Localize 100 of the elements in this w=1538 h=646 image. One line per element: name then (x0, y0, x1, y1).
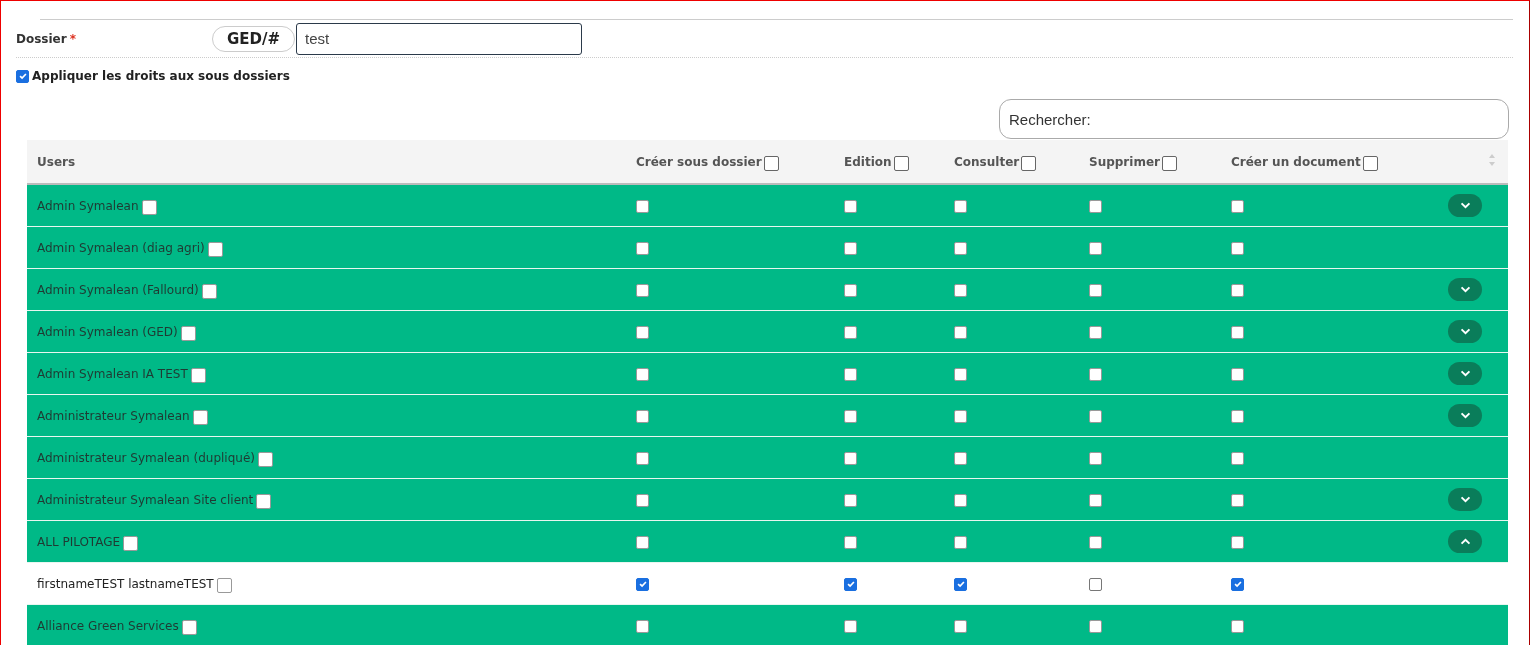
column-header[interactable]: Supprimer (1089, 154, 1160, 169)
expand-button[interactable] (1448, 194, 1482, 217)
checkbox[interactable] (954, 367, 967, 381)
checkbox[interactable] (1089, 451, 1102, 465)
checkbox[interactable] (1231, 283, 1244, 297)
checkbox[interactable] (844, 367, 857, 381)
checkbox[interactable] (844, 409, 857, 423)
checkbox[interactable] (1231, 409, 1244, 423)
user-name: Admin Symalean (Fallourd) (37, 282, 199, 297)
checkbox[interactable] (192, 409, 208, 425)
checkbox[interactable] (636, 409, 649, 423)
chevron-up-icon (1459, 538, 1471, 545)
checkbox[interactable] (1231, 493, 1244, 507)
checkbox[interactable] (954, 451, 967, 465)
checkbox[interactable] (1089, 577, 1102, 591)
expand-button[interactable] (1448, 404, 1482, 427)
checkbox[interactable] (636, 241, 649, 255)
checkbox[interactable] (844, 283, 857, 297)
checkbox[interactable] (1089, 241, 1102, 255)
checkbox[interactable] (1231, 325, 1244, 339)
checkbox[interactable] (636, 451, 649, 465)
checkbox[interactable] (844, 535, 857, 549)
chevron-down-icon (1459, 286, 1471, 293)
checkbox[interactable] (1362, 156, 1378, 171)
checkbox[interactable] (844, 241, 857, 255)
checkbox[interactable] (954, 409, 967, 423)
checkbox[interactable] (893, 156, 909, 171)
checkbox[interactable] (1089, 367, 1102, 381)
checkbox[interactable] (954, 493, 967, 507)
checkbox[interactable] (1089, 283, 1102, 297)
expand-button[interactable] (1448, 488, 1482, 511)
checkbox-label: Appliquer les droits aux sous dossiers (32, 69, 290, 83)
checkbox[interactable] (954, 283, 967, 297)
checkbox[interactable] (954, 199, 967, 213)
search-field[interactable]: Rechercher: (999, 99, 1509, 139)
checkbox[interactable] (180, 325, 196, 341)
checkbox[interactable] (844, 451, 857, 465)
checkbox[interactable] (844, 577, 857, 591)
checkbox[interactable] (216, 577, 232, 593)
column-header[interactable]: Edition (844, 154, 892, 169)
checkbox[interactable] (1089, 325, 1102, 339)
chevron-down-icon (1459, 370, 1471, 377)
checkbox[interactable] (844, 619, 857, 633)
checkbox[interactable] (1231, 619, 1244, 633)
checkmark-icon (845, 579, 856, 589)
chevron-down-icon (1459, 328, 1471, 335)
checkbox[interactable] (201, 283, 217, 299)
checkbox[interactable] (954, 325, 967, 339)
checkbox[interactable] (636, 199, 649, 213)
checkbox[interactable] (1089, 535, 1102, 549)
checkbox[interactable] (844, 199, 857, 213)
checkbox[interactable] (636, 535, 649, 549)
checkbox[interactable] (844, 493, 857, 507)
checkbox[interactable] (954, 577, 967, 591)
checkbox[interactable] (1089, 409, 1102, 423)
column-header[interactable]: Consulter (954, 154, 1020, 169)
checkbox[interactable] (844, 325, 857, 339)
checkbox[interactable] (763, 156, 779, 171)
checkbox[interactable] (636, 619, 649, 633)
checkbox[interactable] (1231, 199, 1244, 213)
user-name: Admin Symalean (diag agri) (37, 240, 205, 255)
column-header[interactable]: Users (37, 154, 76, 169)
checkbox[interactable] (258, 451, 273, 467)
checkbox[interactable] (954, 619, 967, 633)
checkbox[interactable] (636, 493, 649, 507)
checkbox[interactable] (954, 241, 967, 255)
checkbox[interactable] (141, 199, 157, 215)
collapse-button[interactable] (1448, 530, 1482, 553)
checkbox[interactable] (1231, 367, 1244, 381)
checkbox[interactable] (1231, 535, 1244, 549)
checkbox[interactable] (636, 577, 649, 591)
checkbox[interactable] (636, 367, 649, 381)
checkbox[interactable] (256, 493, 272, 509)
checkbox[interactable] (636, 325, 649, 339)
checkbox[interactable] (16, 69, 29, 83)
folder-input[interactable]: test (296, 22, 583, 55)
checkbox[interactable] (181, 619, 197, 635)
user-name: ALL PILOTAGE (37, 534, 121, 549)
checkbox[interactable] (1161, 156, 1177, 171)
user-name: Administrateur Symalean (37, 408, 190, 423)
checkbox[interactable] (1089, 199, 1102, 213)
checkbox[interactable] (1231, 577, 1244, 591)
checkbox[interactable] (1231, 241, 1244, 255)
checkbox[interactable] (1089, 493, 1102, 507)
chevron-down-icon (1459, 412, 1471, 419)
checkbox[interactable] (123, 535, 139, 551)
checkbox[interactable] (1231, 451, 1244, 465)
sort-icon[interactable] (1488, 153, 1496, 167)
expand-button[interactable] (1448, 362, 1482, 385)
checkbox[interactable] (636, 283, 649, 297)
checkbox[interactable] (190, 367, 206, 383)
checkbox[interactable] (1089, 619, 1102, 633)
checkbox[interactable] (954, 535, 967, 549)
expand-button[interactable] (1448, 320, 1482, 343)
checkbox[interactable] (1021, 156, 1037, 171)
field-label: Dossier (16, 31, 67, 46)
expand-button[interactable] (1448, 278, 1482, 301)
user-name: Administrateur Symalean Site client (37, 492, 254, 507)
checkbox[interactable] (207, 241, 223, 257)
user-name: Admin Symalean (GED) (37, 324, 178, 339)
